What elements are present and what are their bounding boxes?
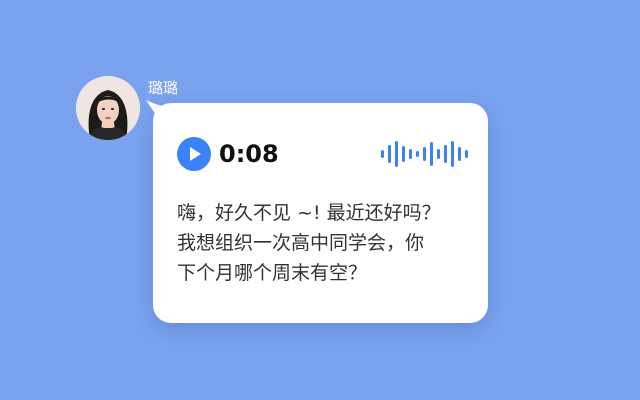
sender-name: 璐璐 <box>148 79 179 97</box>
voice-duration: 0:08 <box>219 140 279 168</box>
voice-player: 0:08 <box>177 137 468 173</box>
voice-message-bubble[interactable]: 0:08 嗨，好久不见 ~! 最近还好吗？ 我想组织一次高中同学会，你 下个月哪… <box>153 103 488 323</box>
play-button[interactable] <box>177 137 211 171</box>
avatar[interactable] <box>76 76 140 140</box>
message-text: 嗨，好久不见 ~! 最近还好吗？ 我想组织一次高中同学会，你 下个月哪个周末有空… <box>177 202 441 284</box>
avatar-portrait-icon <box>76 76 140 140</box>
play-icon <box>190 147 201 161</box>
audio-waveform-icon <box>381 141 468 167</box>
